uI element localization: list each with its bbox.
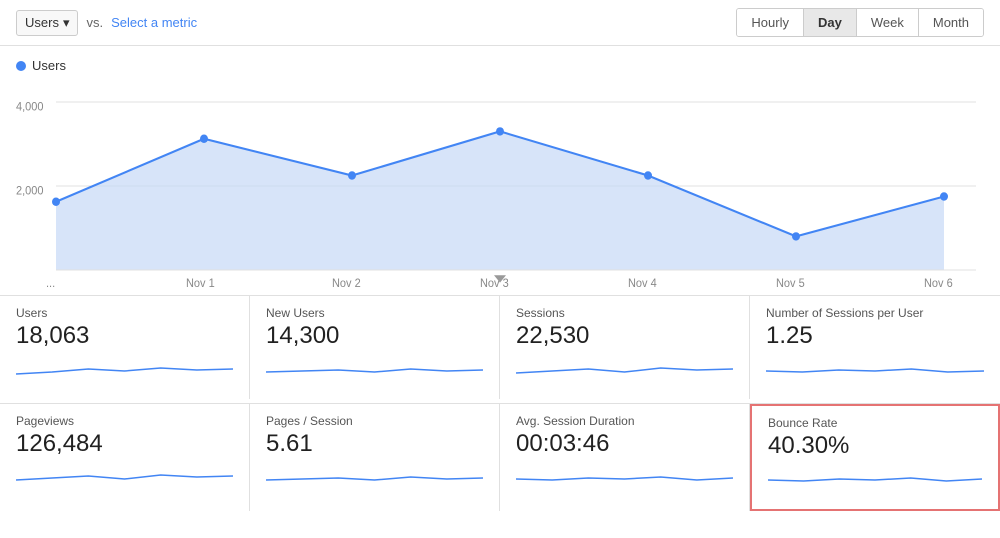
week-button[interactable]: Week	[857, 9, 919, 36]
svg-text:Nov 2: Nov 2	[332, 278, 361, 290]
metrics-section: Users 18,063 New Users 14,300 Sessions 2…	[0, 295, 1000, 511]
metric-cell-pages-per-session: Pages / Session 5.61	[250, 404, 500, 511]
metric-dropdown-label: Users	[25, 15, 59, 30]
metric-value-sessions: 22,530	[516, 322, 733, 350]
chart-wrapper: 4,000 2,000 ... Nov 1 Nov 2	[16, 81, 984, 291]
mini-chart-avg-session-duration	[516, 462, 733, 492]
metric-cell-new-users: New Users 14,300	[250, 296, 500, 399]
metrics-row-1: Users 18,063 New Users 14,300 Sessions 2…	[0, 295, 1000, 399]
metric-label-pageviews: Pageviews	[16, 414, 233, 428]
metric-cell-pageviews: Pageviews 126,484	[0, 404, 250, 511]
metric-cell-bounce-rate: Bounce Rate 40.30%	[750, 404, 1000, 511]
vs-label: vs.	[86, 15, 103, 30]
mini-chart-pages-per-session	[266, 462, 483, 492]
metric-label-users: Users	[16, 306, 233, 320]
legend-label: Users	[32, 58, 66, 73]
svg-text:Nov 6: Nov 6	[924, 278, 953, 290]
metric-value-users: 18,063	[16, 322, 233, 350]
day-button[interactable]: Day	[804, 9, 857, 36]
svg-text:Nov 3: Nov 3	[480, 278, 509, 290]
metric-value-bounce-rate: 40.30%	[768, 432, 982, 460]
metric-value-new-users: 14,300	[266, 322, 483, 350]
chart-area: Users 4,000 2,000 ...	[0, 46, 1000, 291]
metric-cell-avg-session-duration: Avg. Session Duration 00:03:46	[500, 404, 750, 511]
metric-dropdown[interactable]: Users ▾	[16, 10, 78, 36]
metric-value-sessions-per-user: 1.25	[766, 322, 984, 350]
mini-chart-users	[16, 354, 233, 384]
metric-label-sessions: Sessions	[516, 306, 733, 320]
hourly-button[interactable]: Hourly	[737, 9, 804, 36]
toolbar-left: Users ▾ vs. Select a metric	[16, 10, 197, 36]
toolbar: Users ▾ vs. Select a metric Hourly Day W…	[0, 0, 1000, 46]
svg-text:Nov 5: Nov 5	[776, 278, 805, 290]
svg-text:4,000: 4,000	[16, 101, 44, 113]
metric-label-bounce-rate: Bounce Rate	[768, 416, 982, 430]
mini-chart-sessions	[516, 354, 733, 384]
metric-label-pages-per-session: Pages / Session	[266, 414, 483, 428]
metric-label-sessions-per-user: Number of Sessions per User	[766, 306, 984, 320]
time-buttons: Hourly Day Week Month	[736, 8, 984, 37]
metric-cell-sessions-per-user: Number of Sessions per User 1.25	[750, 296, 1000, 399]
metric-value-avg-session-duration: 00:03:46	[516, 430, 733, 458]
metric-label-avg-session-duration: Avg. Session Duration	[516, 414, 733, 428]
svg-text:2,000: 2,000	[16, 185, 44, 197]
mini-chart-bounce-rate	[768, 464, 982, 494]
svg-text:Nov 4: Nov 4	[628, 278, 657, 290]
month-button[interactable]: Month	[919, 9, 983, 36]
metrics-row-2: Pageviews 126,484 Pages / Session 5.61 A…	[0, 403, 1000, 511]
metric-value-pageviews: 126,484	[16, 430, 233, 458]
main-chart: 4,000 2,000 ... Nov 1 Nov 2	[16, 81, 984, 291]
svg-text:Nov 1: Nov 1	[186, 278, 215, 290]
chart-legend: Users	[16, 58, 984, 73]
metric-value-pages-per-session: 5.61	[266, 430, 483, 458]
metric-cell-users: Users 18,063	[0, 296, 250, 399]
metric-cell-sessions: Sessions 22,530	[500, 296, 750, 399]
mini-chart-new-users	[266, 354, 483, 384]
svg-text:...: ...	[46, 278, 55, 290]
legend-dot	[16, 61, 26, 71]
chevron-down-icon: ▾	[63, 15, 70, 31]
select-metric-link[interactable]: Select a metric	[111, 15, 197, 30]
metric-label-new-users: New Users	[266, 306, 483, 320]
mini-chart-sessions-per-user	[766, 354, 984, 384]
mini-chart-pageviews	[16, 462, 233, 492]
